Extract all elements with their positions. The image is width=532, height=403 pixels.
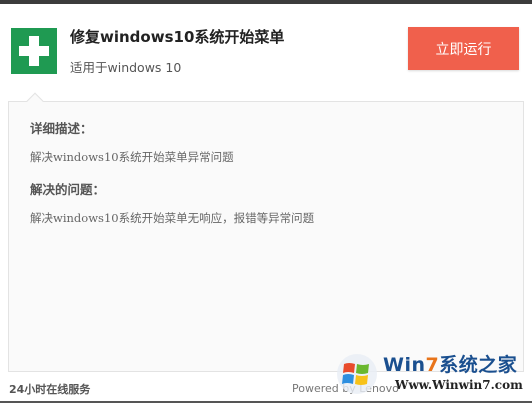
description-text: 解决windows10系统开始菜单异常问题 [30,150,234,164]
app-header: 修复windows10系统开始菜单 适用于windows 10 立即运行 [0,4,532,94]
problem-text: 解决windows10系统开始菜单无响应，报错等异常问题 [30,211,315,225]
app-title: 修复windows10系统开始菜单 [70,28,285,46]
brand-seven: 7 [425,354,440,376]
online-service-label: 24小时在线服务 [9,383,91,396]
run-now-button[interactable]: 立即运行 [408,27,519,70]
site-watermark: Win7系统之家 Www.Winwin7.com [335,348,530,401]
details-panel: 详细描述： 解决windows10系统开始菜单异常问题 解决的问题： 解决win… [8,92,524,372]
problem-heading: 解决的问题： [30,182,106,197]
app-subtitle: 适用于windows 10 [70,60,182,75]
first-aid-cross-icon [11,28,57,74]
brand-prefix: Win [383,354,426,376]
watermark-brand: Win7系统之家 [383,350,517,377]
windows-flag-icon [335,352,379,400]
watermark-url: Www.Winwin7.com [395,378,523,392]
description-heading: 详细描述： [30,121,93,136]
panel-pointer [26,92,44,110]
brand-suffix: 系统之家 [439,354,518,376]
